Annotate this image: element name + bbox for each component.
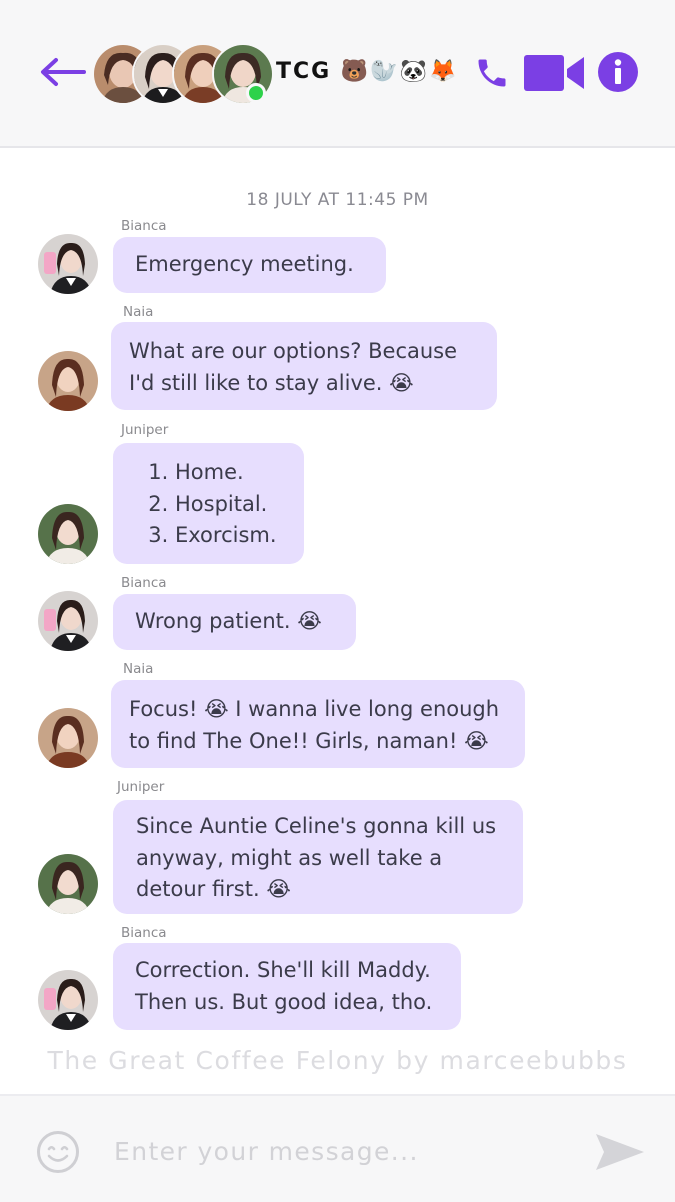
options-list: Home. Hospital. Exorcism. [123,457,294,552]
message-bubble[interactable]: Emergency meeting. [113,237,386,293]
message-text: Correction. She'll kill Maddy. [135,958,431,982]
avatar-bianca[interactable] [38,970,98,1030]
message-input[interactable] [112,1130,566,1172]
message-text: detour first. 😭 [136,877,291,901]
message-timestamp: 18 JULY AT 11:45 PM [246,190,429,210]
message-bubble[interactable]: Home. Hospital. Exorcism. [113,443,304,564]
sender-name: Bianca [121,925,167,941]
avatar-juniper[interactable] [38,504,98,564]
message-bubble[interactable]: Correction. She'll kill Maddy. Then us. … [113,943,461,1030]
back-arrow-icon[interactable] [38,56,88,88]
list-item: Home. [175,457,294,489]
avatar-juniper[interactable] [38,854,98,914]
avatar-naia[interactable] [38,708,98,768]
send-icon[interactable] [594,1132,646,1172]
message-text: What are our options? Because [129,339,458,363]
group-name[interactable]: TCG 🐻🦭🐼🦊 [276,59,458,84]
chat-header: TCG 🐻🦭🐼🦊 [0,0,675,148]
message-text: anyway, might as well take a [136,845,443,870]
online-status-dot [246,83,266,103]
message-text: to find The One!! Girls, naman! 😭 [129,728,489,753]
message-text: I'd still like to stay alive. 😭 [129,370,414,395]
message-text: Wrong patient. 😭 [135,609,322,633]
info-icon[interactable] [598,52,638,92]
sender-name: Juniper [117,779,165,795]
sender-name: Naia [123,304,154,320]
message-composer [0,1094,675,1202]
message-bubble[interactable]: What are our options? Because I'd still … [111,322,497,410]
message-bubble[interactable]: Wrong patient. 😭 [113,594,356,650]
sender-name: Bianca [121,218,167,234]
smiley-icon[interactable] [36,1130,80,1174]
list-item: Hospital. [175,489,294,521]
sender-name: Bianca [121,575,167,591]
message-bubble[interactable]: Since Auntie Celine's gonna kill us anyw… [113,800,523,914]
avatar-bianca[interactable] [38,591,98,651]
avatar-bianca[interactable] [38,234,98,294]
list-item: Exorcism. [175,520,294,552]
avatar-naia[interactable] [38,351,98,411]
watermark-text: The Great Coffee Felony by marceebubbs [47,1046,628,1075]
sender-name: Naia [123,661,154,677]
group-avatars[interactable] [92,43,274,105]
phone-icon[interactable] [474,55,510,91]
message-text: Then us. But good idea, tho. [135,989,433,1014]
message-text: Since Auntie Celine's gonna kill us [136,814,497,838]
message-bubble[interactable]: Focus! 😭 I wanna live long enough to fin… [111,680,525,768]
message-text: Focus! 😭 I wanna live long enough [129,697,500,721]
sender-name: Juniper [121,422,169,438]
video-icon[interactable] [524,55,584,91]
message-text: Emergency meeting. [135,252,354,276]
